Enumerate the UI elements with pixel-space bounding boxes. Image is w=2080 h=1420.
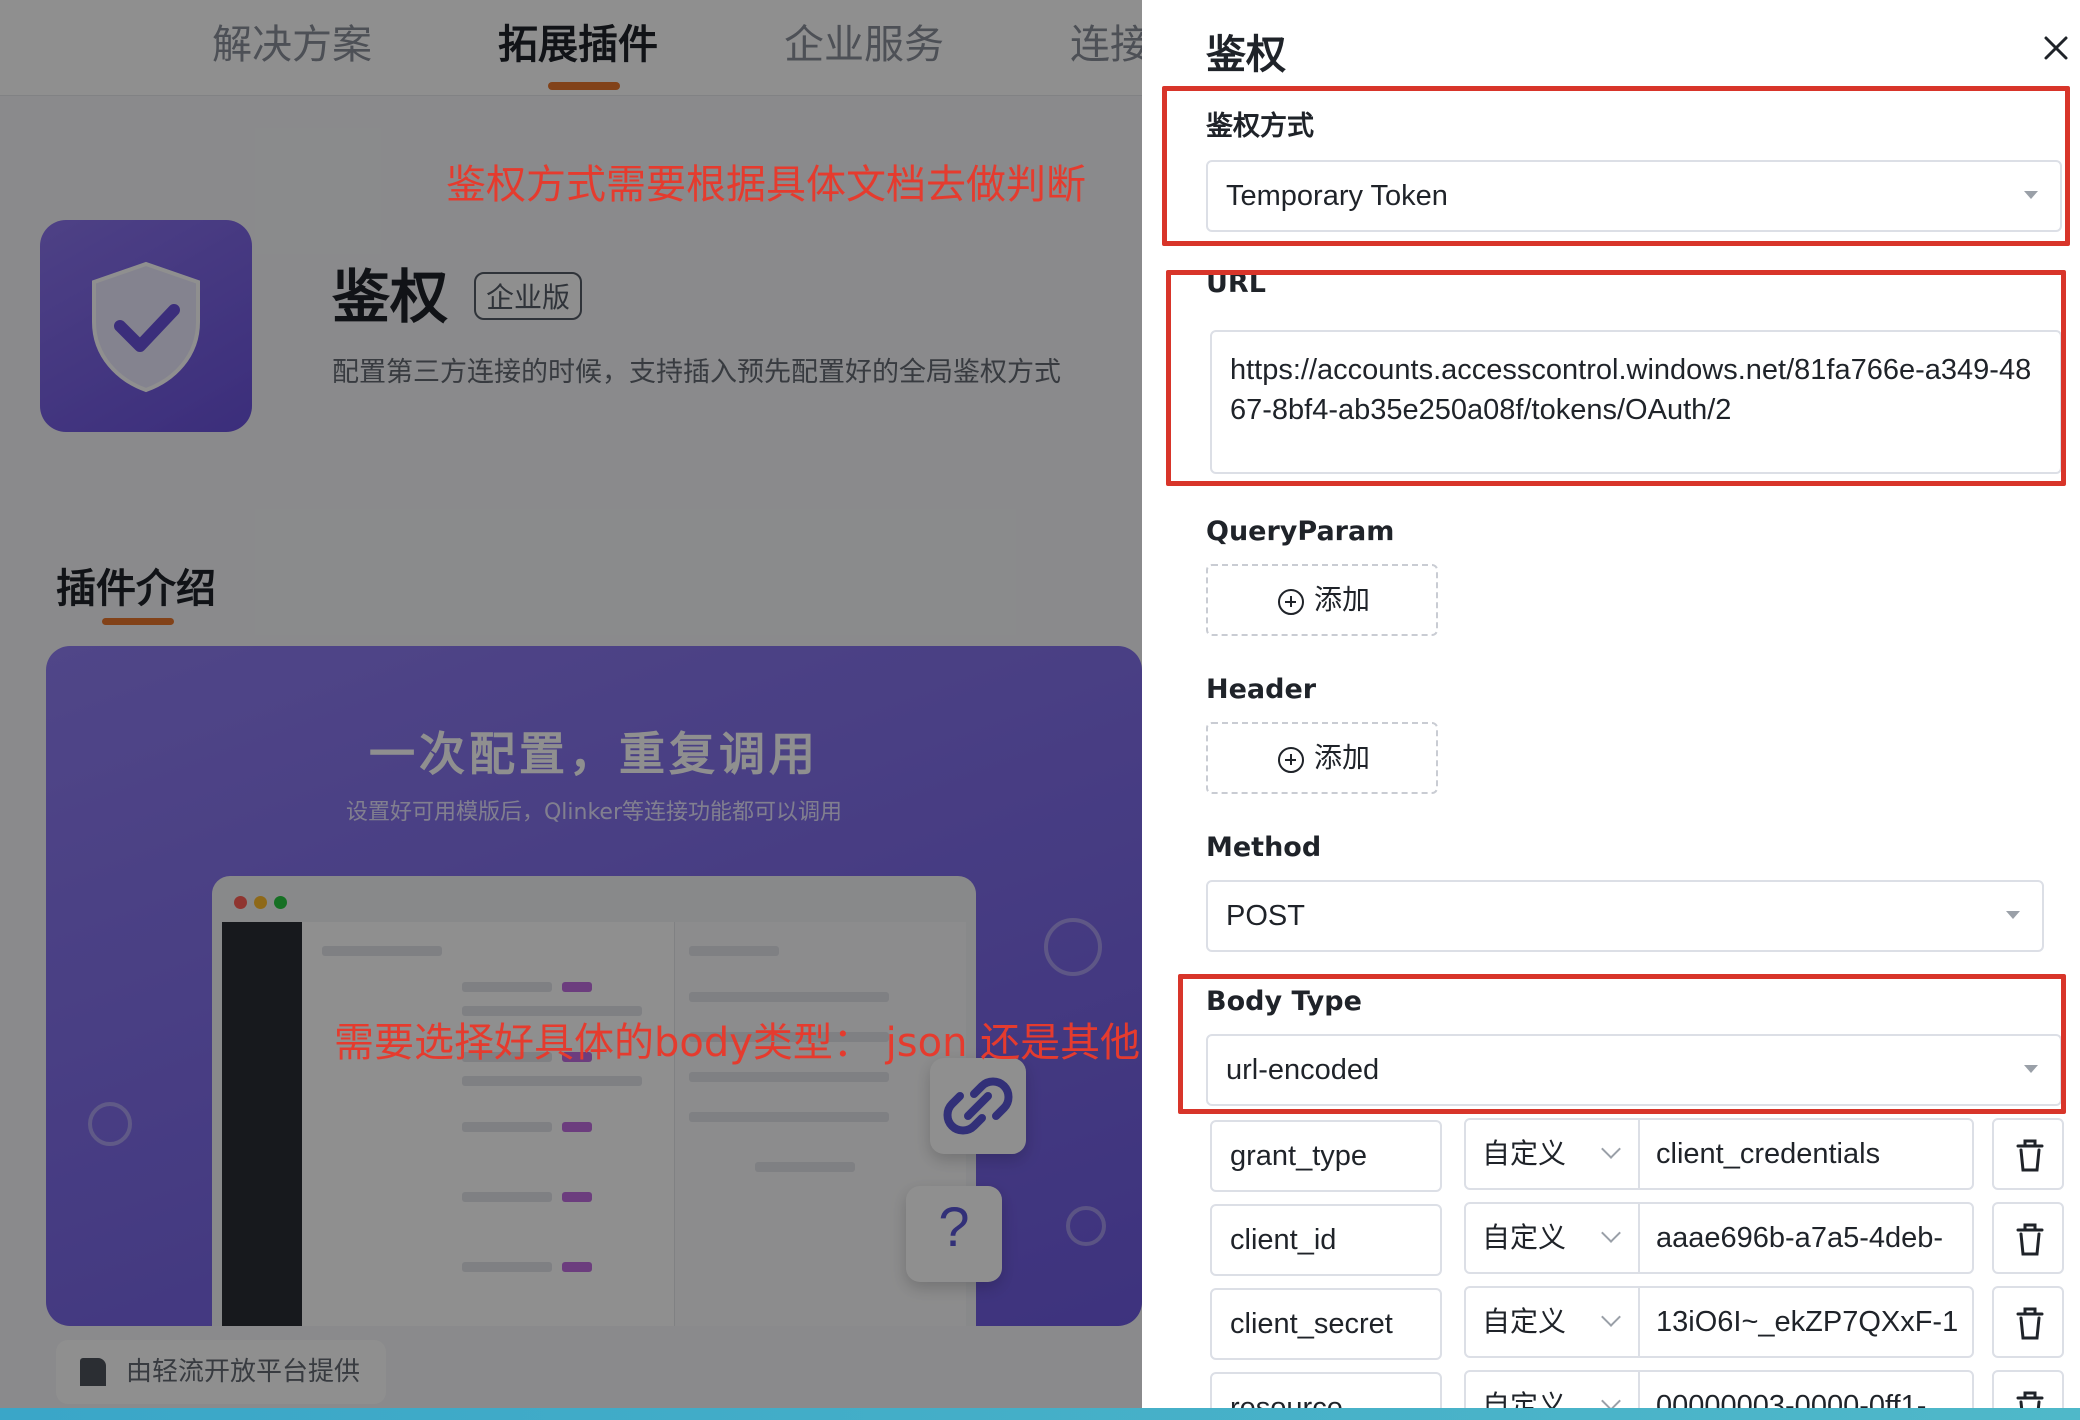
delete-param-button[interactable] [1992,1286,2064,1358]
add-header-button[interactable]: 添加 [1206,722,1438,794]
chevron-down-icon [1601,1223,1621,1243]
trash-icon [2016,1139,2044,1172]
caret-down-icon [2024,191,2038,199]
close-icon [2044,36,2068,60]
add-query-param-button[interactable]: 添加 [1206,564,1438,636]
trash-icon [2016,1307,2044,1340]
delete-param-button[interactable] [1992,1118,2064,1190]
url-label: URL [1206,268,1266,299]
query-param-label: QueryParam [1206,516,1395,547]
param-key-input[interactable]: client_id [1210,1204,1442,1276]
param-type-select[interactable]: 自定义 [1464,1202,1640,1274]
caret-down-icon [2024,1065,2038,1073]
drawer-title: 鉴权 [1206,32,1286,78]
trash-icon [2016,1223,2044,1256]
add-label: 添加 [1314,741,1371,774]
method-label: Method [1206,832,1322,863]
chevron-down-icon [1601,1307,1621,1327]
auth-method-label: 鉴权方式 [1206,111,1314,142]
modal-overlay[interactable] [0,0,1142,1420]
caret-down-icon [2006,911,2020,919]
annotation-auth-method: 鉴权方式需要根据具体文档去做判断 [446,162,1086,208]
bottom-edge-strip [0,1408,2080,1420]
param-key-input[interactable]: grant_type [1210,1120,1442,1192]
param-value-input[interactable]: 13iO6I~_ekZP7QXxF-1 [1638,1286,1974,1358]
body-type-select[interactable]: url-encoded [1206,1034,2062,1106]
header-label: Header [1206,674,1317,705]
body-type-value: url-encoded [1226,1054,1380,1086]
auth-config-drawer: 鉴权 鉴权方式 Temporary Token URL https://acco… [1142,0,2080,1420]
close-button[interactable] [2038,30,2074,66]
method-select[interactable]: POST [1206,880,2044,952]
plus-circle-icon [1278,747,1304,773]
url-input[interactable]: https://accounts.accesscontrol.windows.n… [1210,330,2062,474]
auth-method-value: Temporary Token [1226,180,1448,212]
body-type-label: Body Type [1206,986,1362,1017]
method-value: POST [1226,900,1305,932]
param-type-select[interactable]: 自定义 [1464,1118,1640,1190]
annotation-body-type: 需要选择好具体的body类型： json 还是其他 [334,1020,1141,1066]
auth-method-select[interactable]: Temporary Token [1206,160,2062,232]
param-type-select[interactable]: 自定义 [1464,1286,1640,1358]
plus-circle-icon [1278,589,1304,615]
param-value-input[interactable]: aaae696b-a7a5-4deb- [1638,1202,1974,1274]
chevron-down-icon [1601,1139,1621,1159]
add-label: 添加 [1314,583,1371,616]
param-key-input[interactable]: client_secret [1210,1288,1442,1360]
delete-param-button[interactable] [1992,1202,2064,1274]
param-value-input[interactable]: client_credentials [1638,1118,1974,1190]
